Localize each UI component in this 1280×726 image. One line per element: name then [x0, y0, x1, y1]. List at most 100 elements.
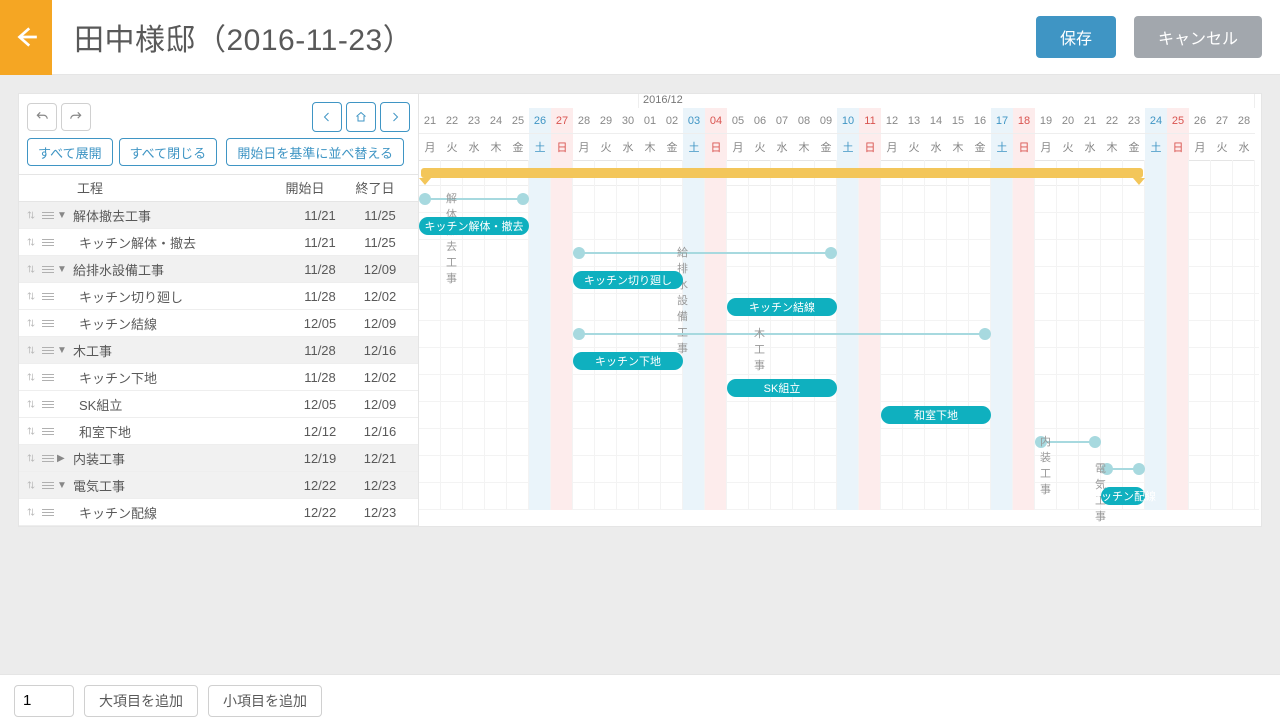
collapse-all-button[interactable]: すべて閉じる — [119, 138, 218, 166]
menu-icon — [42, 480, 54, 491]
task-row[interactable]: 和室下地12/1212/16 — [19, 418, 418, 445]
day-header: 02 — [661, 108, 683, 134]
dow-header: 土 — [529, 134, 551, 161]
add-major-button[interactable]: 大項目を追加 — [84, 685, 198, 717]
dow-header: 月 — [1189, 134, 1211, 161]
task-end-date: 12/16 — [350, 424, 410, 439]
dow-header: 木 — [639, 134, 661, 161]
day-header: 22 — [1101, 108, 1123, 134]
task-end-date: 12/21 — [350, 451, 410, 466]
drag-handle[interactable] — [23, 318, 57, 329]
summary-bar[interactable] — [421, 168, 1143, 178]
task-group-row[interactable]: ▼木工事11/2812/16 — [19, 337, 418, 364]
gantt-group-range[interactable] — [579, 333, 985, 335]
expand-all-button[interactable]: すべて展開 — [27, 138, 113, 166]
drag-handle[interactable] — [23, 345, 57, 356]
save-button[interactable]: 保存 — [1036, 16, 1116, 58]
gantt-group-end-dot[interactable] — [825, 247, 837, 259]
drag-handle[interactable] — [23, 237, 57, 248]
task-end-date: 12/09 — [350, 397, 410, 412]
task-group-row[interactable]: ▼給排水設備工事11/2812/09 — [19, 256, 418, 283]
dow-header: 火 — [903, 134, 925, 161]
gantt-bar[interactable]: キッチン切り廻し — [573, 271, 683, 289]
dow-header: 土 — [1145, 134, 1167, 161]
timeline-pane: 2016/12 21222324252627282930010203040506… — [419, 94, 1259, 526]
drag-handle[interactable] — [23, 210, 57, 221]
gantt-bar[interactable]: キッチン解体・撤去 — [419, 217, 529, 235]
collapse-toggle[interactable]: ▶ — [57, 453, 73, 464]
menu-icon — [42, 237, 54, 248]
gantt-bar[interactable]: キッチン下地 — [573, 352, 683, 370]
collapse-toggle[interactable]: ▼ — [57, 264, 73, 275]
sort-icon — [26, 372, 36, 382]
undo-button[interactable] — [27, 103, 57, 131]
drag-handle[interactable] — [23, 372, 57, 383]
menu-icon — [42, 399, 54, 410]
timeline-prev-button[interactable] — [312, 102, 342, 132]
sort-by-start-button[interactable]: 開始日を基準に並べ替える — [226, 138, 404, 166]
gantt-group-start-dot[interactable] — [573, 247, 585, 259]
gantt-group-label: 内装工事 — [1038, 433, 1053, 497]
gantt-group-range[interactable] — [579, 252, 831, 254]
collapse-toggle[interactable]: ▼ — [57, 345, 73, 356]
add-minor-button[interactable]: 小項目を追加 — [208, 685, 322, 717]
task-start-date: 12/19 — [290, 451, 350, 466]
task-row[interactable]: SK組立12/0512/09 — [19, 391, 418, 418]
task-group-row[interactable]: ▼解体撤去工事11/2111/25 — [19, 202, 418, 229]
gantt-group-end-dot[interactable] — [1089, 436, 1101, 448]
day-header: 17 — [991, 108, 1013, 134]
day-header: 05 — [727, 108, 749, 134]
day-header: 13 — [903, 108, 925, 134]
gantt-group-start-dot[interactable] — [573, 328, 585, 340]
drag-handle[interactable] — [23, 453, 57, 464]
gantt-group-end-dot[interactable] — [517, 193, 529, 205]
day-header: 24 — [485, 108, 507, 134]
gantt-group-end-dot[interactable] — [1133, 463, 1145, 475]
gantt-bar[interactable]: 和室下地 — [881, 406, 991, 424]
task-group-row[interactable]: ▶内装工事12/1912/21 — [19, 445, 418, 472]
task-start-date: 12/12 — [290, 424, 350, 439]
dow-header: 日 — [859, 134, 881, 161]
cancel-button[interactable]: キャンセル — [1134, 16, 1262, 58]
redo-icon — [69, 110, 83, 124]
gantt-bar[interactable]: SK組立 — [727, 379, 837, 397]
back-button[interactable] — [0, 0, 52, 75]
dow-header: 日 — [705, 134, 727, 161]
drag-handle[interactable] — [23, 399, 57, 410]
timeline-home-button[interactable] — [346, 102, 376, 132]
task-start-date: 12/05 — [290, 397, 350, 412]
dow-header: 金 — [507, 134, 529, 161]
task-group-row[interactable]: ▼電気工事12/2212/23 — [19, 472, 418, 499]
dow-header: 土 — [683, 134, 705, 161]
dow-header: 火 — [441, 134, 463, 161]
add-qty-input[interactable] — [14, 685, 74, 717]
gantt-group-label: 解体撤去工事 — [444, 190, 459, 286]
gantt-group-range[interactable] — [425, 198, 523, 200]
dow-header: 月 — [881, 134, 903, 161]
dow-header: 火 — [1211, 134, 1233, 161]
gantt-bar[interactable]: キッチン結線 — [727, 298, 837, 316]
drag-handle[interactable] — [23, 291, 57, 302]
task-row[interactable]: キッチン配線12/2212/23 — [19, 499, 418, 526]
timeline-next-button[interactable] — [380, 102, 410, 132]
dow-header: 日 — [1013, 134, 1035, 161]
task-name: SK組立 — [73, 395, 290, 414]
drag-handle[interactable] — [23, 426, 57, 437]
collapse-toggle[interactable]: ▼ — [57, 480, 73, 491]
task-start-date: 11/28 — [290, 289, 350, 304]
gantt-group-end-dot[interactable] — [979, 328, 991, 340]
drag-handle[interactable] — [23, 480, 57, 491]
gantt-group-start-dot[interactable] — [419, 193, 431, 205]
task-row[interactable]: キッチン下地11/2812/02 — [19, 364, 418, 391]
gantt-bar[interactable]: キッチン配線 — [1101, 487, 1145, 505]
day-header: 03 — [683, 108, 705, 134]
dow-header: 木 — [1101, 134, 1123, 161]
task-row[interactable]: キッチン切り廻し11/2812/02 — [19, 283, 418, 310]
drag-handle[interactable] — [23, 507, 57, 518]
redo-button[interactable] — [61, 103, 91, 131]
task-row[interactable]: キッチン結線12/0512/09 — [19, 310, 418, 337]
task-row[interactable]: キッチン解体・撤去11/2111/25 — [19, 229, 418, 256]
drag-handle[interactable] — [23, 264, 57, 275]
collapse-toggle[interactable]: ▼ — [57, 210, 73, 221]
task-name: 木工事 — [73, 341, 290, 360]
